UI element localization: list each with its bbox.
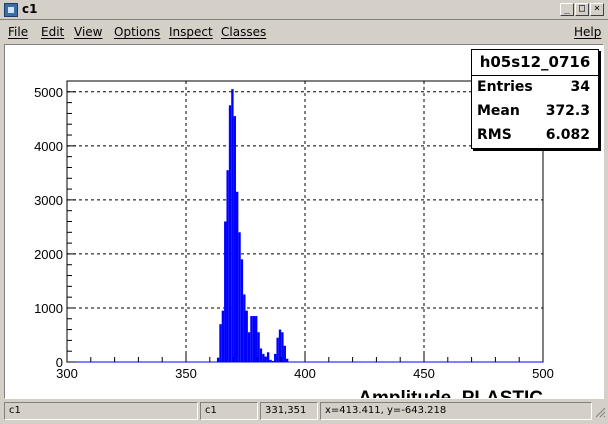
menu-help[interactable]: Help xyxy=(574,25,601,39)
histogram-bar xyxy=(264,356,267,362)
stats-box[interactable]: h05s12_0716 Entries 34 Mean 372.3 RMS 6.… xyxy=(471,49,599,149)
menu-inspect[interactable]: Inspect xyxy=(169,25,213,39)
histogram-bar xyxy=(245,310,248,362)
mean-value: 372.3 xyxy=(545,103,590,119)
root-canvas[interactable]: 300350400450500010002000300040005000Ampl… xyxy=(4,44,604,399)
y-tick-label: 2000 xyxy=(34,247,63,262)
histogram-bar xyxy=(250,316,253,362)
stats-title: h05s12_0716 xyxy=(472,50,598,76)
window-title: c1 xyxy=(22,2,38,16)
histogram-bar xyxy=(240,259,244,362)
histogram-bar xyxy=(219,324,222,362)
app-icon xyxy=(4,3,18,17)
histogram-bar xyxy=(226,170,229,362)
menu-view[interactable]: View xyxy=(74,25,102,39)
stats-row-entries: Entries 34 xyxy=(472,76,598,100)
histogram-bar xyxy=(276,337,279,362)
histogram-bar xyxy=(233,116,236,362)
histogram-bar xyxy=(252,316,256,362)
histogram-bar xyxy=(231,89,234,362)
x-tick-label: 400 xyxy=(294,366,316,381)
histogram-bar xyxy=(247,332,251,362)
histogram-bar xyxy=(235,191,239,362)
entries-label: Entries xyxy=(477,79,533,95)
mean-label: Mean xyxy=(477,103,520,119)
histogram-bar xyxy=(238,232,241,362)
status-pixel: 331,351 xyxy=(260,402,318,420)
histogram-bar xyxy=(259,348,263,362)
resize-grip-icon[interactable] xyxy=(594,406,606,418)
histogram-bar xyxy=(228,105,232,362)
menu-file[interactable]: File xyxy=(8,25,28,39)
y-tick-label: 0 xyxy=(56,355,63,370)
stats-row-rms: RMS 6.082 xyxy=(472,124,598,148)
y-tick-label: 5000 xyxy=(34,85,63,100)
menu-bar: File Edit View Options Inspect Classes H… xyxy=(0,21,608,43)
minimize-button[interactable]: _ xyxy=(560,3,574,16)
histogram-bar xyxy=(221,310,225,362)
histogram-bar xyxy=(243,294,246,362)
status-canvas: c1 xyxy=(200,402,258,420)
menu-edit[interactable]: Edit xyxy=(41,25,64,39)
status-object: c1 xyxy=(4,402,198,420)
menu-classes[interactable]: Classes xyxy=(221,25,266,39)
title-bar: c1 _ □ × xyxy=(0,0,608,20)
rms-value: 6.082 xyxy=(545,127,590,143)
histogram-bar xyxy=(224,221,227,362)
x-tick-label: 450 xyxy=(413,366,435,381)
status-coordinates: x=413.411, y=-643.218 xyxy=(320,402,592,420)
histogram-bar xyxy=(255,316,258,362)
stats-row-mean: Mean 372.3 xyxy=(472,100,598,124)
x-tick-label: 500 xyxy=(532,366,554,381)
x-tick-label: 350 xyxy=(175,366,197,381)
close-button[interactable]: × xyxy=(590,3,604,16)
x-axis-label: Amplitude_PLASTIC xyxy=(358,388,543,398)
histogram-bar xyxy=(283,345,286,362)
histogram-bar xyxy=(266,352,270,362)
histogram-bar xyxy=(274,353,277,362)
y-tick-label: 1000 xyxy=(34,301,63,316)
histogram-bar xyxy=(262,353,265,362)
y-tick-label: 3000 xyxy=(34,193,63,208)
y-tick-label: 4000 xyxy=(34,139,63,154)
status-bar: c1 c1 331,351 x=413.411, y=-643.218 xyxy=(0,400,608,424)
histogram-bar xyxy=(216,357,220,362)
rms-label: RMS xyxy=(477,127,512,143)
maximize-button[interactable]: □ xyxy=(575,3,589,16)
entries-value: 34 xyxy=(570,79,590,95)
menu-options[interactable]: Options xyxy=(114,25,160,39)
